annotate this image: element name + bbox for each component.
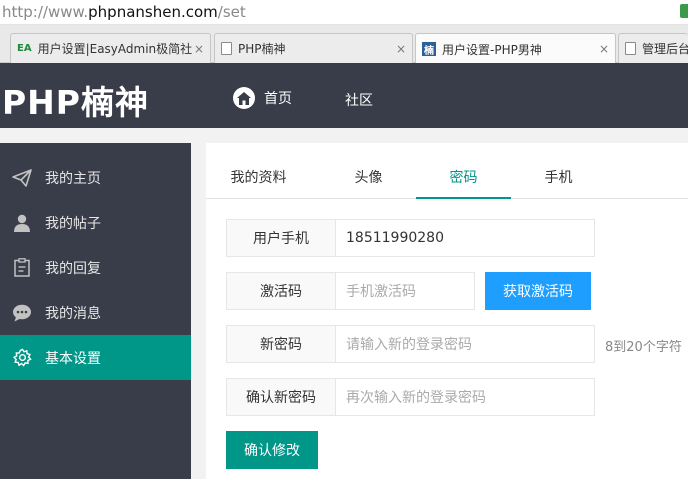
doc-icon (625, 42, 636, 55)
get-code-button[interactable]: 获取激活码 (485, 272, 591, 310)
new-password-input[interactable]: 请输入新的登录密码 (335, 325, 595, 363)
tab-password[interactable]: 密码 (416, 143, 511, 199)
sidebar-item-replies[interactable]: 我的回复 (0, 245, 191, 290)
extension-icon[interactable] (680, 4, 688, 18)
tab-title: 用户设置-PHP男神 (442, 42, 542, 57)
sidebar-item-label: 我的帖子 (45, 215, 101, 232)
gear-icon (12, 348, 32, 368)
browser-tab-1[interactable]: EA 用户设置|EasyAdmin极简社 × (10, 33, 211, 63)
tab-profile[interactable]: 我的资料 (211, 143, 306, 199)
sidebar-item-label: 基本设置 (45, 350, 101, 367)
sidebar-item-label: 我的消息 (45, 305, 101, 322)
doc-icon (221, 42, 232, 55)
page-body: 我的主页 我的帖子 我的回复 我的消息 基本设置 我的资料 头像 密码 手机 用… (0, 128, 688, 479)
sidebar-item-label: 我的回复 (45, 260, 101, 277)
sidebar-item-posts[interactable]: 我的帖子 (0, 200, 191, 245)
sidebar-item-settings[interactable]: 基本设置 (0, 335, 191, 380)
new-password-label: 新密码 (226, 325, 336, 363)
confirm-password-label: 确认新密码 (226, 378, 336, 416)
close-icon[interactable]: × (194, 42, 204, 56)
submit-button[interactable]: 确认修改 (226, 431, 318, 469)
nan-icon: 楠 (422, 42, 436, 57)
site-logo[interactable]: PHP楠神 (2, 76, 149, 124)
settings-tabs: 我的资料 头像 密码 手机 (206, 143, 688, 199)
sidebar-item-label: 我的主页 (45, 170, 101, 187)
chat-icon (12, 303, 32, 323)
user-icon (12, 213, 32, 233)
code-input[interactable]: 手机激活码 (335, 272, 475, 310)
sidebar-item-home[interactable]: 我的主页 (0, 155, 191, 200)
confirm-password-input[interactable]: 再次输入新的登录密码 (335, 378, 595, 416)
tab-title: 用户设置|EasyAdmin极简社 (37, 42, 193, 56)
browser-tab-3[interactable]: 楠 用户设置-PHP男神 × (415, 33, 616, 64)
url-host: phpnanshen.com (88, 3, 218, 21)
clipboard-icon (12, 258, 32, 278)
browser-tab-4[interactable]: 管理后台 (618, 33, 688, 63)
tab-title: 管理后台 (642, 42, 688, 56)
home-icon (233, 87, 255, 109)
url-proto: http://www. (2, 3, 89, 21)
close-icon[interactable]: × (396, 42, 406, 56)
tab-avatar[interactable]: 头像 (321, 143, 416, 199)
nav-home-link[interactable]: 首页 (233, 87, 292, 109)
url-path: /set (217, 3, 246, 21)
browser-tab-strip: EA 用户设置|EasyAdmin极简社 × PHP楠神 × 楠 用户设置-PH… (0, 25, 688, 64)
tab-title: PHP楠神 (238, 42, 286, 56)
nav-home-label: 首页 (264, 91, 292, 107)
site-header: PHP楠神 首页 社区 (0, 63, 688, 128)
phone-field[interactable]: 18511990280 (335, 219, 595, 257)
code-label: 激活码 (226, 272, 336, 310)
browser-tab-2[interactable]: PHP楠神 × (214, 33, 413, 63)
phone-label: 用户手机 (226, 219, 336, 257)
password-hint: 8到20个字符 (605, 340, 682, 355)
nav-community-link[interactable]: 社区 (345, 90, 373, 110)
url-text[interactable]: http://www.phpnanshen.com/set (2, 3, 246, 21)
close-icon[interactable]: × (599, 42, 609, 56)
address-bar[interactable]: http://www.phpnanshen.com/set (0, 0, 688, 25)
tab-phone[interactable]: 手机 (511, 143, 606, 199)
settings-panel: 我的资料 头像 密码 手机 用户手机 18511990280 激活码 手机激活码… (206, 143, 688, 479)
sidebar-item-messages[interactable]: 我的消息 (0, 290, 191, 335)
paper-plane-icon (12, 168, 32, 188)
user-sidebar: 我的主页 我的帖子 我的回复 我的消息 基本设置 (0, 143, 191, 479)
ea-icon: EA (17, 43, 32, 54)
